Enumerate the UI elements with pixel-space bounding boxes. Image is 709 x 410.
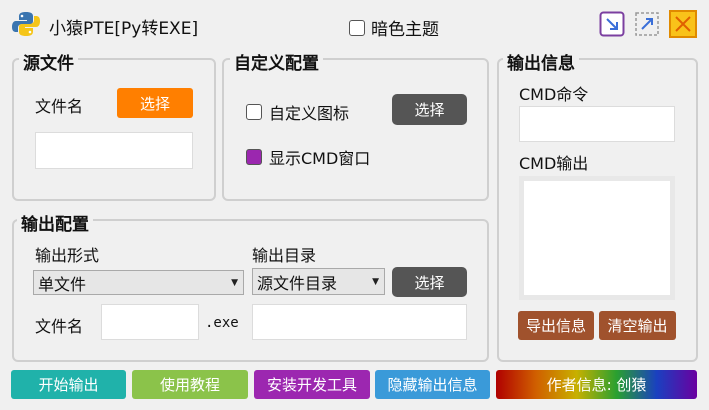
custom-config-group-label: 自定义配置	[230, 49, 323, 74]
tutorial-button[interactable]: 使用教程	[132, 370, 248, 399]
show-cmd-option[interactable]: 显示CMD窗口	[246, 145, 370, 169]
chevron-down-icon: ▼	[231, 277, 238, 288]
minimize-icon[interactable]	[599, 11, 625, 37]
install-tools-button[interactable]: 安装开发工具	[254, 370, 370, 399]
close-icon[interactable]	[669, 10, 697, 38]
app-title: 小猿PTE[Py转EXE]	[49, 19, 199, 39]
start-output-button[interactable]: 开始输出	[11, 370, 126, 399]
output-filename-input[interactable]	[101, 304, 199, 340]
show-cmd-label: 显示CMD窗口	[269, 149, 371, 168]
output-filename-label: 文件名	[35, 317, 84, 336]
source-filename-input[interactable]	[35, 132, 193, 169]
custom-icon-option[interactable]: 自定义图标	[246, 100, 349, 124]
output-dir-input[interactable]	[252, 304, 467, 340]
cmd-command-label: CMD命令	[519, 85, 589, 104]
cmd-output-area[interactable]	[519, 176, 675, 300]
author-info-button[interactable]: 作者信息: 创猿	[496, 370, 697, 399]
source-file-group	[12, 58, 216, 201]
source-select-button[interactable]: 选择	[117, 88, 193, 118]
show-cmd-checkbox[interactable]	[246, 149, 262, 165]
maximize-icon[interactable]	[634, 11, 660, 37]
output-form-label: 输出形式	[35, 246, 100, 265]
cmd-output-label: CMD输出	[519, 154, 589, 173]
python-logo-icon	[12, 12, 40, 36]
output-dir-label: 输出目录	[252, 246, 317, 265]
clear-output-button[interactable]: 清空输出	[599, 311, 676, 340]
dark-theme-toggle[interactable]: 暗色主题	[349, 15, 439, 40]
chevron-down-icon: ▼	[372, 276, 379, 287]
output-dir-select-button[interactable]: 选择	[392, 267, 467, 297]
output-form-value: 单文件	[38, 274, 87, 294]
source-filename-label: 文件名	[35, 97, 84, 116]
source-file-group-label: 源文件	[19, 49, 78, 74]
output-form-select[interactable]: 单文件 ▼	[33, 270, 244, 295]
cmd-command-input[interactable]	[519, 106, 675, 142]
export-info-button[interactable]: 导出信息	[518, 311, 594, 340]
custom-icon-checkbox[interactable]	[246, 104, 262, 120]
hide-output-button[interactable]: 隐藏输出信息	[375, 370, 490, 399]
custom-icon-select-button[interactable]: 选择	[392, 94, 467, 125]
custom-config-group	[222, 58, 489, 201]
output-info-group-label: 输出信息	[503, 49, 579, 74]
dark-theme-label: 暗色主题	[371, 20, 439, 40]
exe-extension-label: .exe	[205, 315, 239, 331]
output-config-group-label: 输出配置	[17, 210, 93, 235]
dark-theme-checkbox[interactable]	[349, 19, 365, 36]
output-dir-value: 源文件目录	[257, 273, 338, 293]
custom-icon-label: 自定义图标	[269, 104, 350, 123]
output-dir-select[interactable]: 源文件目录 ▼	[252, 268, 385, 295]
